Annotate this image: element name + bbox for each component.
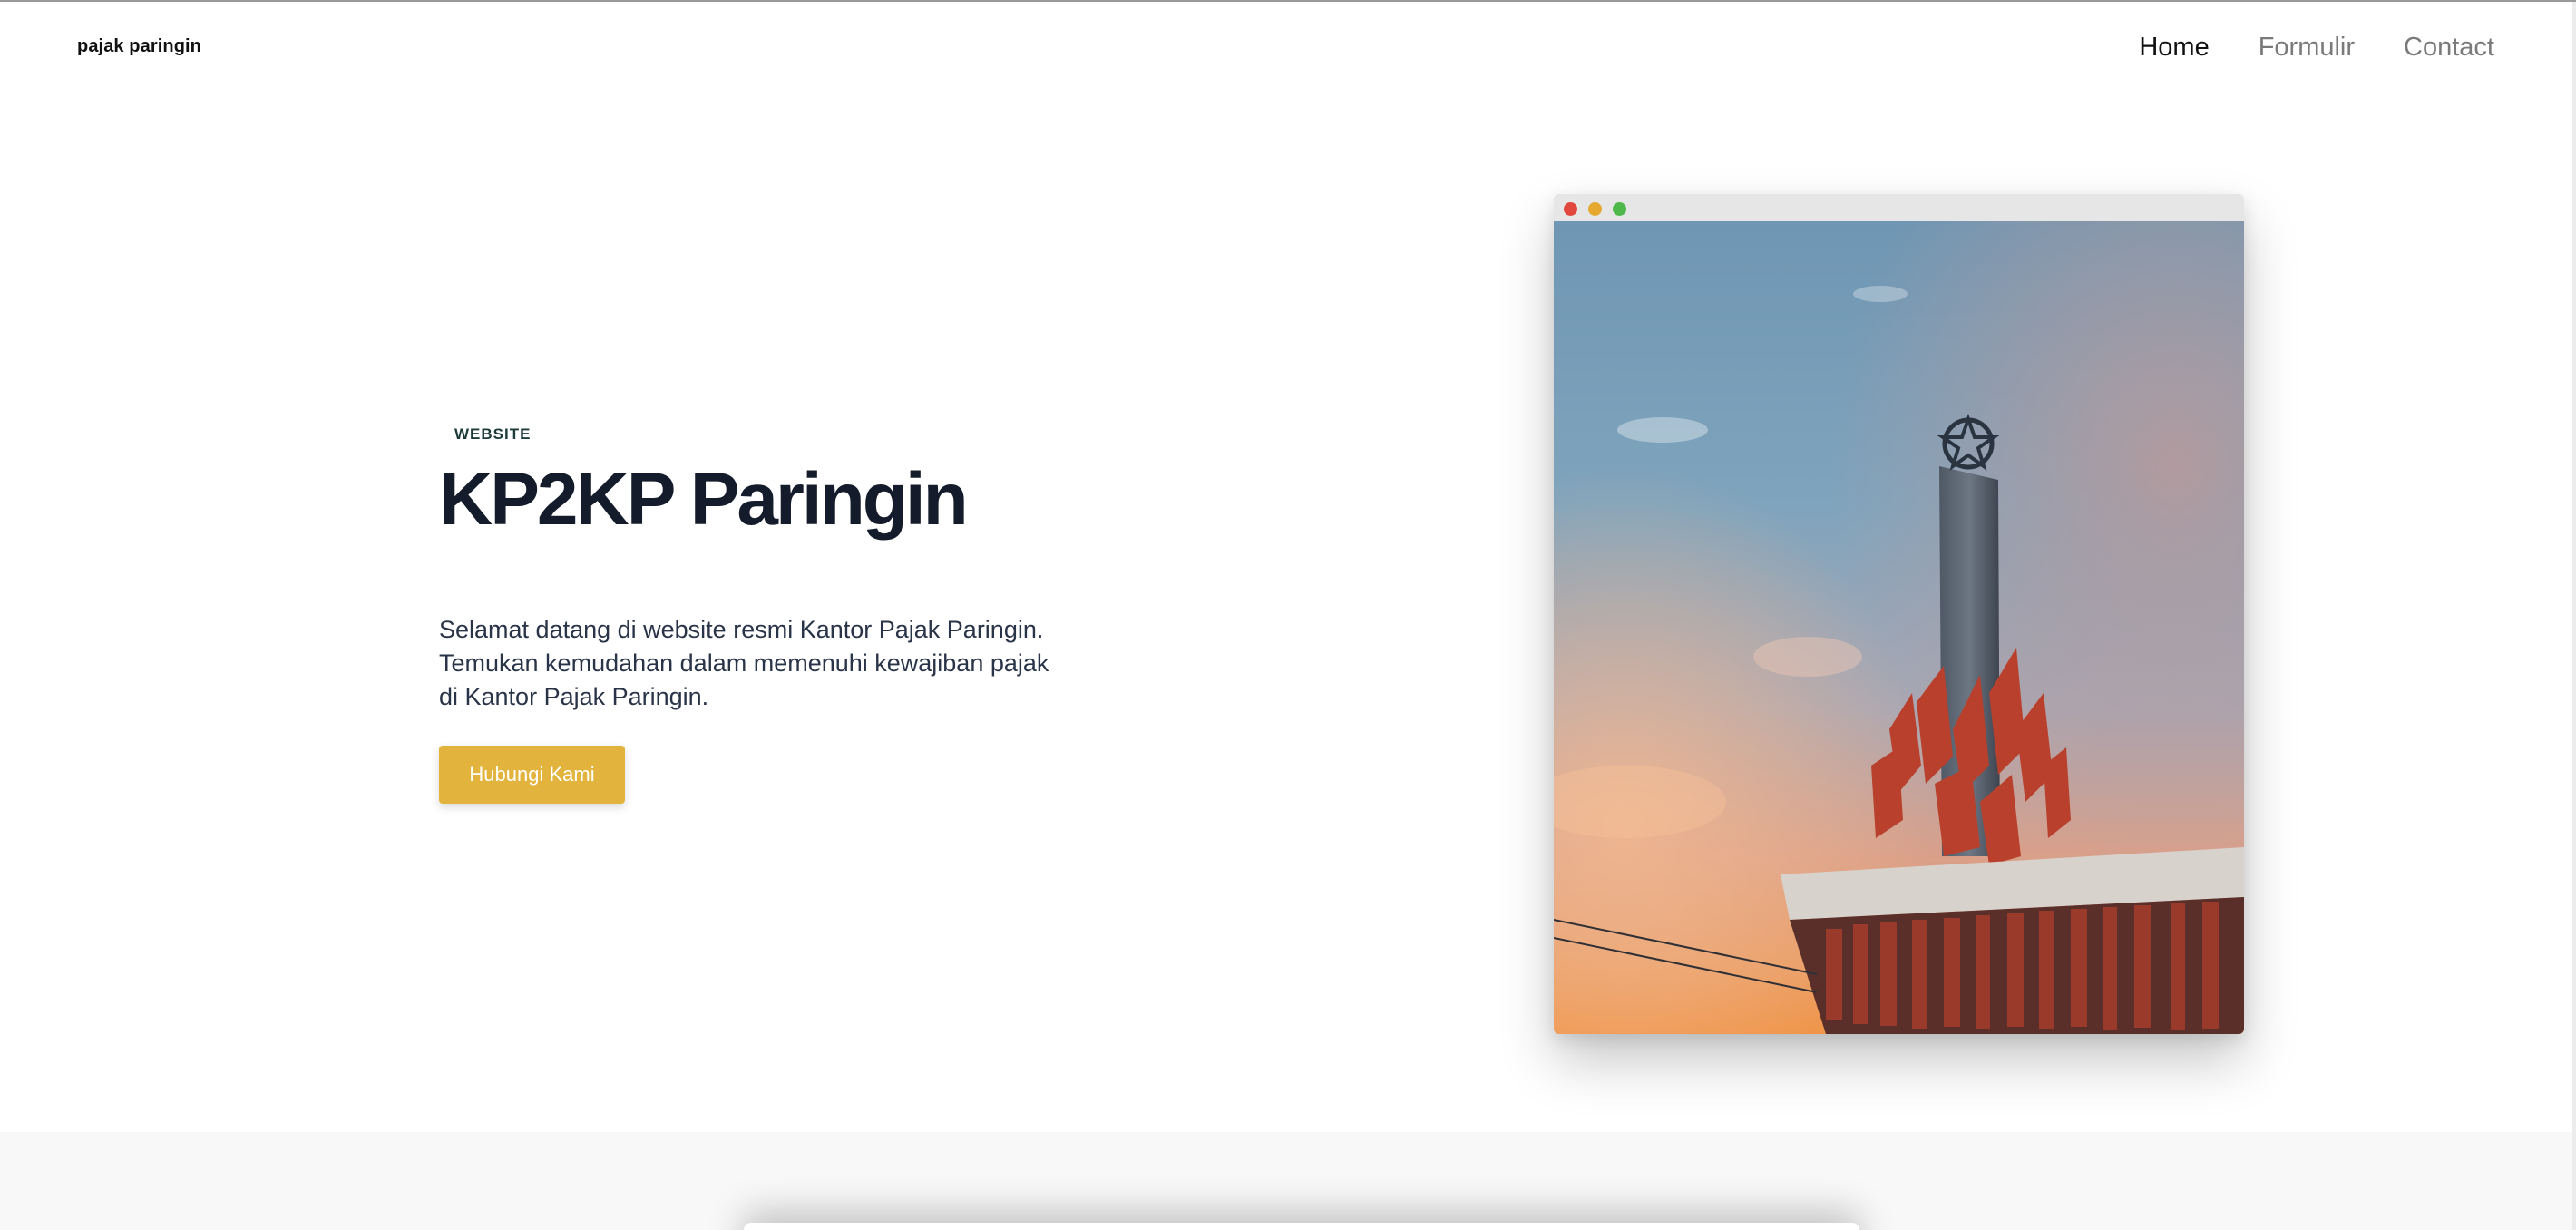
page: pajak paringin Home Formulir Contact WEB… (0, 0, 2576, 1230)
nav-link-contact[interactable]: Contact (2404, 33, 2494, 63)
monument-photo (1554, 221, 2244, 1034)
window-maximize-dot (1613, 202, 1626, 216)
nav-link-formulir[interactable]: Formulir (2259, 33, 2355, 63)
main-nav: Home Formulir Contact (2090, 33, 2494, 63)
lower-section (0, 1132, 2572, 1230)
hero-description: Selamat datang di website resmi Kantor P… (439, 616, 1049, 710)
lower-card (744, 1223, 1859, 1230)
mockup-title-bar (1554, 194, 2244, 221)
contact-us-button[interactable]: Hubungi Kami (439, 746, 625, 804)
nav-link-home[interactable]: Home (2139, 33, 2209, 63)
scrollbar[interactable] (2572, 2, 2576, 1230)
window-minimize-dot (1588, 202, 1602, 216)
window-close-dot (1564, 202, 1577, 216)
hero-title: KP2KP Paringin (439, 458, 969, 541)
hero-eyebrow: WEBSITE (454, 425, 532, 443)
site-brand[interactable]: pajak paringin (77, 36, 201, 57)
browser-mockup (1554, 194, 2244, 1034)
